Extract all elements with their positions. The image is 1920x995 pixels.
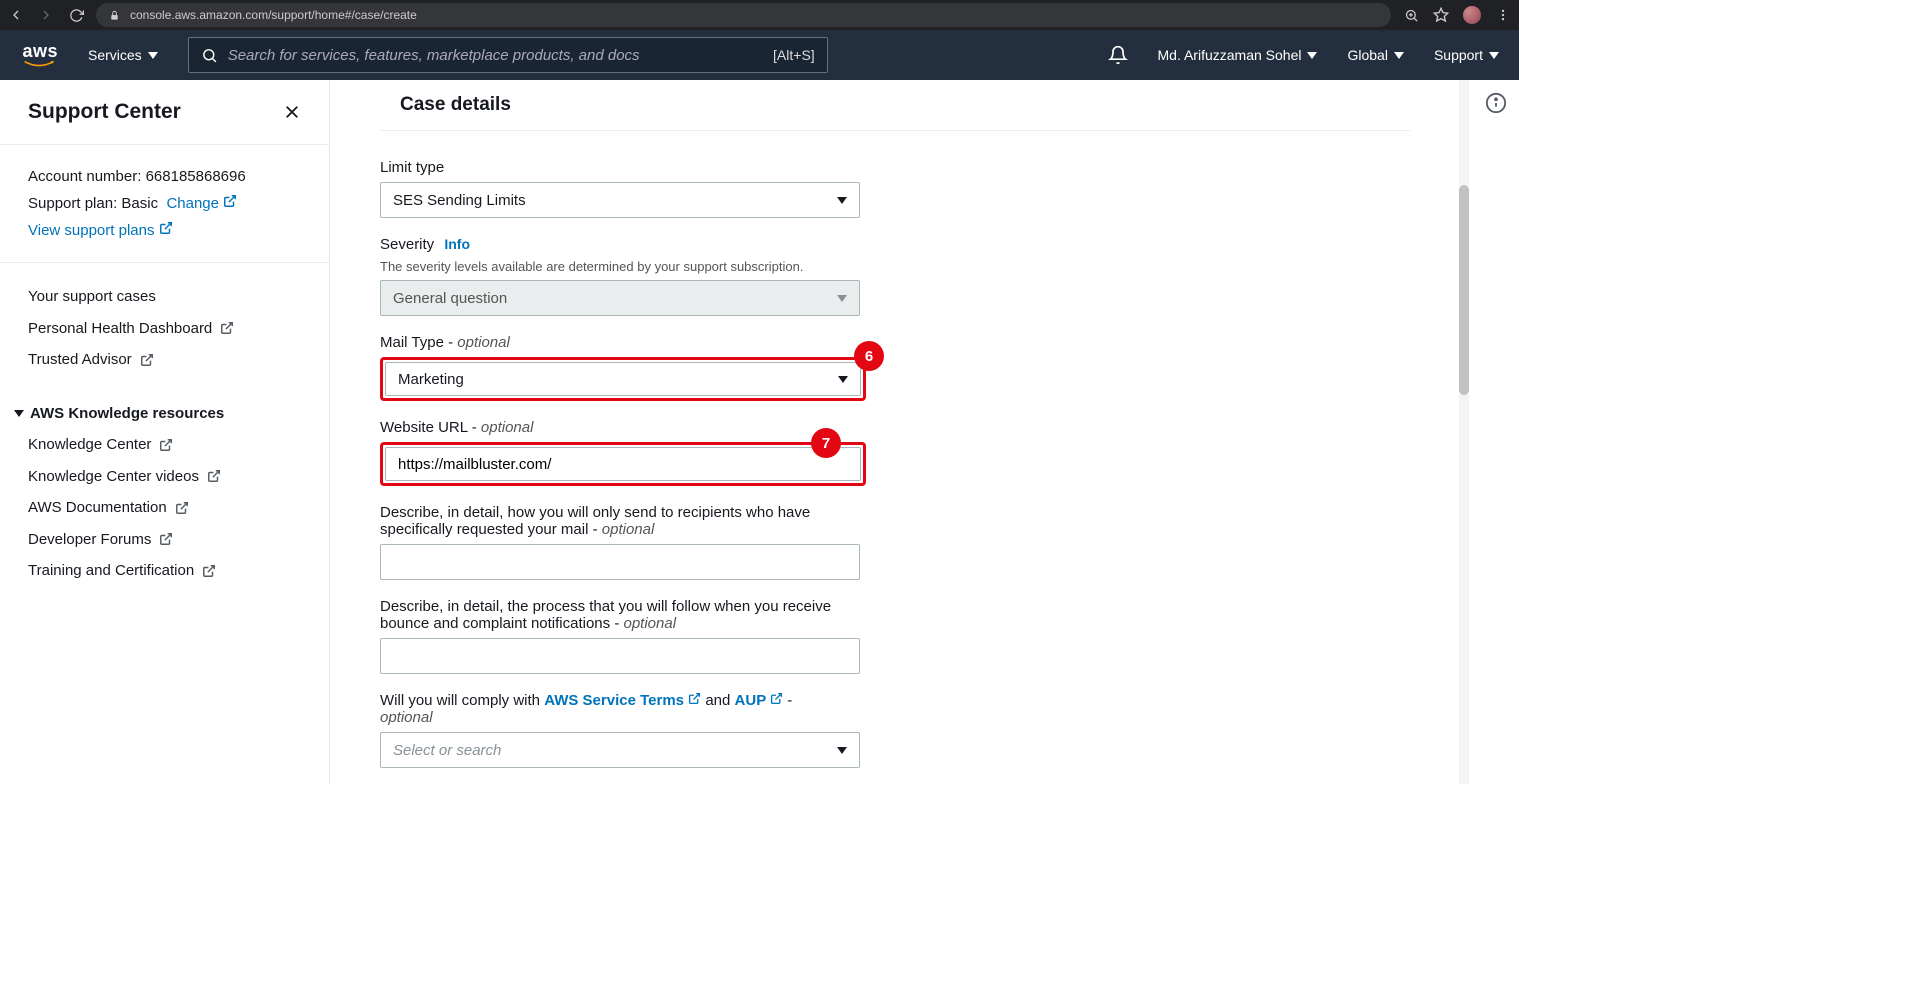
chevron-down-icon	[837, 747, 847, 754]
website-url-input-wrap	[385, 447, 861, 481]
sidebar-group-knowledge[interactable]: AWS Knowledge resources	[14, 398, 301, 430]
sidebar-item-kc[interactable]: Knowledge Center	[28, 429, 301, 461]
annotation-badge-7: 7	[811, 428, 841, 458]
browser-avatar[interactable]	[1463, 6, 1481, 24]
sidebar-item-training[interactable]: Training and Certification	[28, 555, 301, 587]
limit-type-label: Limit type	[380, 159, 1410, 176]
address-bar[interactable]: console.aws.amazon.com/support/home#/cas…	[96, 3, 1391, 27]
external-link-icon	[220, 321, 234, 335]
aws-service-terms-link[interactable]: AWS Service Terms	[544, 692, 701, 709]
chevron-down-icon	[838, 376, 848, 383]
sidebar-item-cases[interactable]: Your support cases	[28, 281, 301, 313]
search-placeholder: Search for services, features, marketpla…	[228, 47, 640, 64]
severity-select: General question	[380, 280, 860, 316]
sidebar-item-doc[interactable]: AWS Documentation	[28, 492, 301, 524]
chevron-down-icon	[1394, 52, 1404, 59]
notifications-icon[interactable]	[1108, 45, 1128, 65]
severity-label: Severity	[380, 236, 434, 253]
comply-label-pre: Will you will comply with	[380, 692, 544, 709]
forward-icon[interactable]	[38, 7, 54, 23]
external-link-icon	[159, 532, 173, 546]
describe-recipients-input[interactable]	[393, 554, 847, 571]
region-label: Global	[1347, 47, 1387, 63]
support-label: Support	[1434, 47, 1483, 63]
annotation-badge-6: 6	[854, 341, 884, 371]
support-plan-value: Basic	[121, 195, 158, 212]
url-text: console.aws.amazon.com/support/home#/cas…	[130, 8, 417, 22]
region-menu[interactable]: Global	[1347, 47, 1403, 63]
describe-recipients-input-wrap	[380, 544, 860, 580]
severity-info-link[interactable]: Info	[444, 236, 470, 252]
menu-dots-icon[interactable]	[1495, 7, 1511, 23]
services-label: Services	[88, 47, 142, 63]
mail-type-select[interactable]: Marketing	[385, 362, 861, 396]
website-url-input[interactable]	[398, 456, 848, 473]
search-shortcut: [Alt+S]	[773, 47, 815, 63]
aws-logo[interactable]: aws	[20, 42, 58, 68]
zoom-icon[interactable]	[1403, 7, 1419, 23]
describe-recipients-label: Describe, in detail, how you will only s…	[380, 504, 810, 538]
describe-bounce-input-wrap	[380, 638, 860, 674]
chevron-down-icon	[1307, 52, 1317, 59]
change-plan-link[interactable]: Change	[166, 195, 237, 212]
chevron-down-icon	[1489, 52, 1499, 59]
back-icon[interactable]	[8, 7, 24, 23]
describe-bounce-input[interactable]	[393, 648, 847, 665]
browser-chrome: console.aws.amazon.com/support/home#/cas…	[0, 0, 1519, 30]
external-link-icon	[159, 221, 173, 235]
aup-link[interactable]: AUP	[735, 692, 784, 709]
sidebar-item-forums[interactable]: Developer Forums	[28, 524, 301, 556]
reload-icon[interactable]	[68, 7, 84, 23]
account-number: 668185868696	[146, 168, 246, 185]
support-menu[interactable]: Support	[1434, 47, 1499, 63]
support-plan-label: Support plan:	[28, 195, 117, 212]
account-label: Account number:	[28, 168, 141, 185]
mail-type-value: Marketing	[398, 371, 464, 388]
comply-placeholder: Select or search	[393, 742, 501, 759]
external-link-icon	[207, 469, 221, 483]
aws-top-nav: aws Services Search for services, featur…	[0, 30, 1519, 80]
sidebar-item-phd[interactable]: Personal Health Dashboard	[28, 313, 301, 345]
chevron-down-icon	[837, 197, 847, 204]
user-label: Md. Arifuzzaman Sohel	[1158, 47, 1302, 63]
close-icon[interactable]	[283, 103, 301, 121]
limit-type-value: SES Sending Limits	[393, 192, 526, 209]
external-link-icon	[140, 353, 154, 367]
services-menu[interactable]: Services	[88, 47, 158, 63]
search-input[interactable]: Search for services, features, marketpla…	[188, 37, 828, 73]
external-link-icon	[159, 438, 173, 452]
view-plans-link[interactable]: View support plans	[28, 222, 173, 239]
search-icon	[201, 47, 218, 64]
chevron-down-icon	[14, 408, 24, 418]
chevron-down-icon	[837, 295, 847, 302]
external-link-icon	[223, 194, 237, 208]
star-icon[interactable]	[1433, 7, 1449, 23]
chevron-down-icon	[148, 52, 158, 59]
external-link-icon	[175, 501, 189, 515]
external-link-icon	[688, 692, 701, 705]
website-url-label: Website URL	[380, 419, 468, 436]
external-link-icon	[770, 692, 783, 705]
section-heading: Case details	[400, 94, 1410, 116]
account-menu[interactable]: Md. Arifuzzaman Sohel	[1158, 47, 1318, 63]
comply-select[interactable]: Select or search	[380, 732, 860, 768]
severity-help: The severity levels available are determ…	[380, 259, 1410, 274]
sidebar-title: Support Center	[28, 100, 181, 124]
sidebar: Support Center Account number: 668185868…	[0, 80, 330, 784]
describe-bounce-label: Describe, in detail, the process that yo…	[380, 598, 831, 632]
sidebar-item-trusted-advisor[interactable]: Trusted Advisor	[28, 344, 301, 376]
severity-value: General question	[393, 290, 507, 307]
mail-type-label: Mail Type	[380, 334, 444, 351]
sidebar-item-kcv[interactable]: Knowledge Center videos	[28, 461, 301, 493]
lock-icon	[106, 7, 122, 23]
external-link-icon	[202, 564, 216, 578]
limit-type-select[interactable]: SES Sending Limits	[380, 182, 860, 218]
